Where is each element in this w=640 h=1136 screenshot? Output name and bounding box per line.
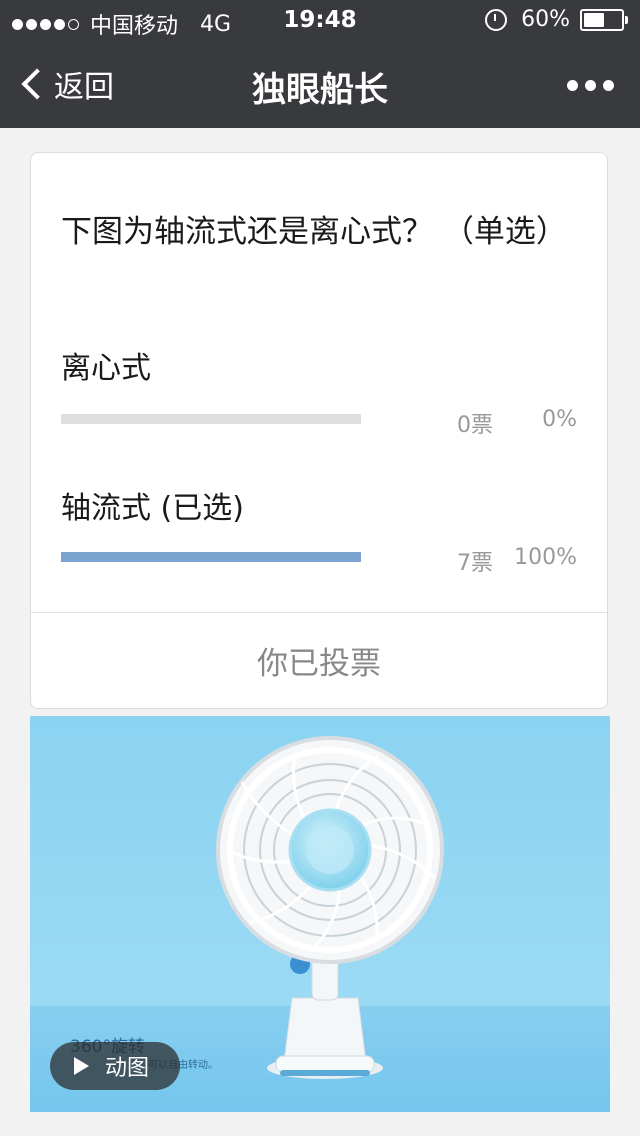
battery-level — [584, 12, 604, 27]
more-dot-icon — [567, 80, 578, 91]
poll-option-bar — [61, 414, 361, 424]
play-icon — [74, 1057, 89, 1075]
battery-icon — [580, 8, 628, 31]
poll-option-label[interactable]: 轴流式 (已选) — [61, 483, 244, 527]
poll-question: 下图为轴流式还是离心式？ （单选） — [61, 214, 567, 250]
poll-card: 下图为轴流式还是离心式？ （单选） 离心式 0票 0% 轴流式 (已选) 7票 … — [30, 152, 608, 709]
poll-option-percent: 0% — [542, 407, 577, 432]
poll-option-bar — [61, 552, 361, 562]
play-label: 动图 — [105, 1056, 150, 1081]
play-gif-button[interactable]: 动图 — [50, 1042, 180, 1090]
card-divider — [31, 612, 607, 613]
alarm-icon — [485, 8, 508, 31]
poll-option-percent: 100% — [514, 545, 577, 570]
voted-status: 你已投票 — [257, 646, 381, 682]
poll-option-votes: 7票 — [457, 551, 493, 576]
fan-image[interactable]: 360°旋转 可以自由转动。 动图 — [30, 716, 610, 1112]
page-title: 独眼船长 — [252, 70, 388, 110]
poll-option-votes: 0票 — [457, 413, 493, 438]
nav-bar: 返回 独眼船长 — [0, 40, 640, 128]
poll-option-label[interactable]: 离心式 — [61, 343, 151, 387]
battery-percent: 60% — [521, 7, 570, 32]
status-bar: 中国移动 4G 19:48 60% — [0, 0, 640, 40]
poll-option-fill — [61, 552, 361, 562]
more-dot-icon — [603, 80, 614, 91]
more-dot-icon — [585, 80, 596, 91]
more-button[interactable] — [560, 80, 614, 91]
status-right: 60% — [485, 7, 628, 32]
